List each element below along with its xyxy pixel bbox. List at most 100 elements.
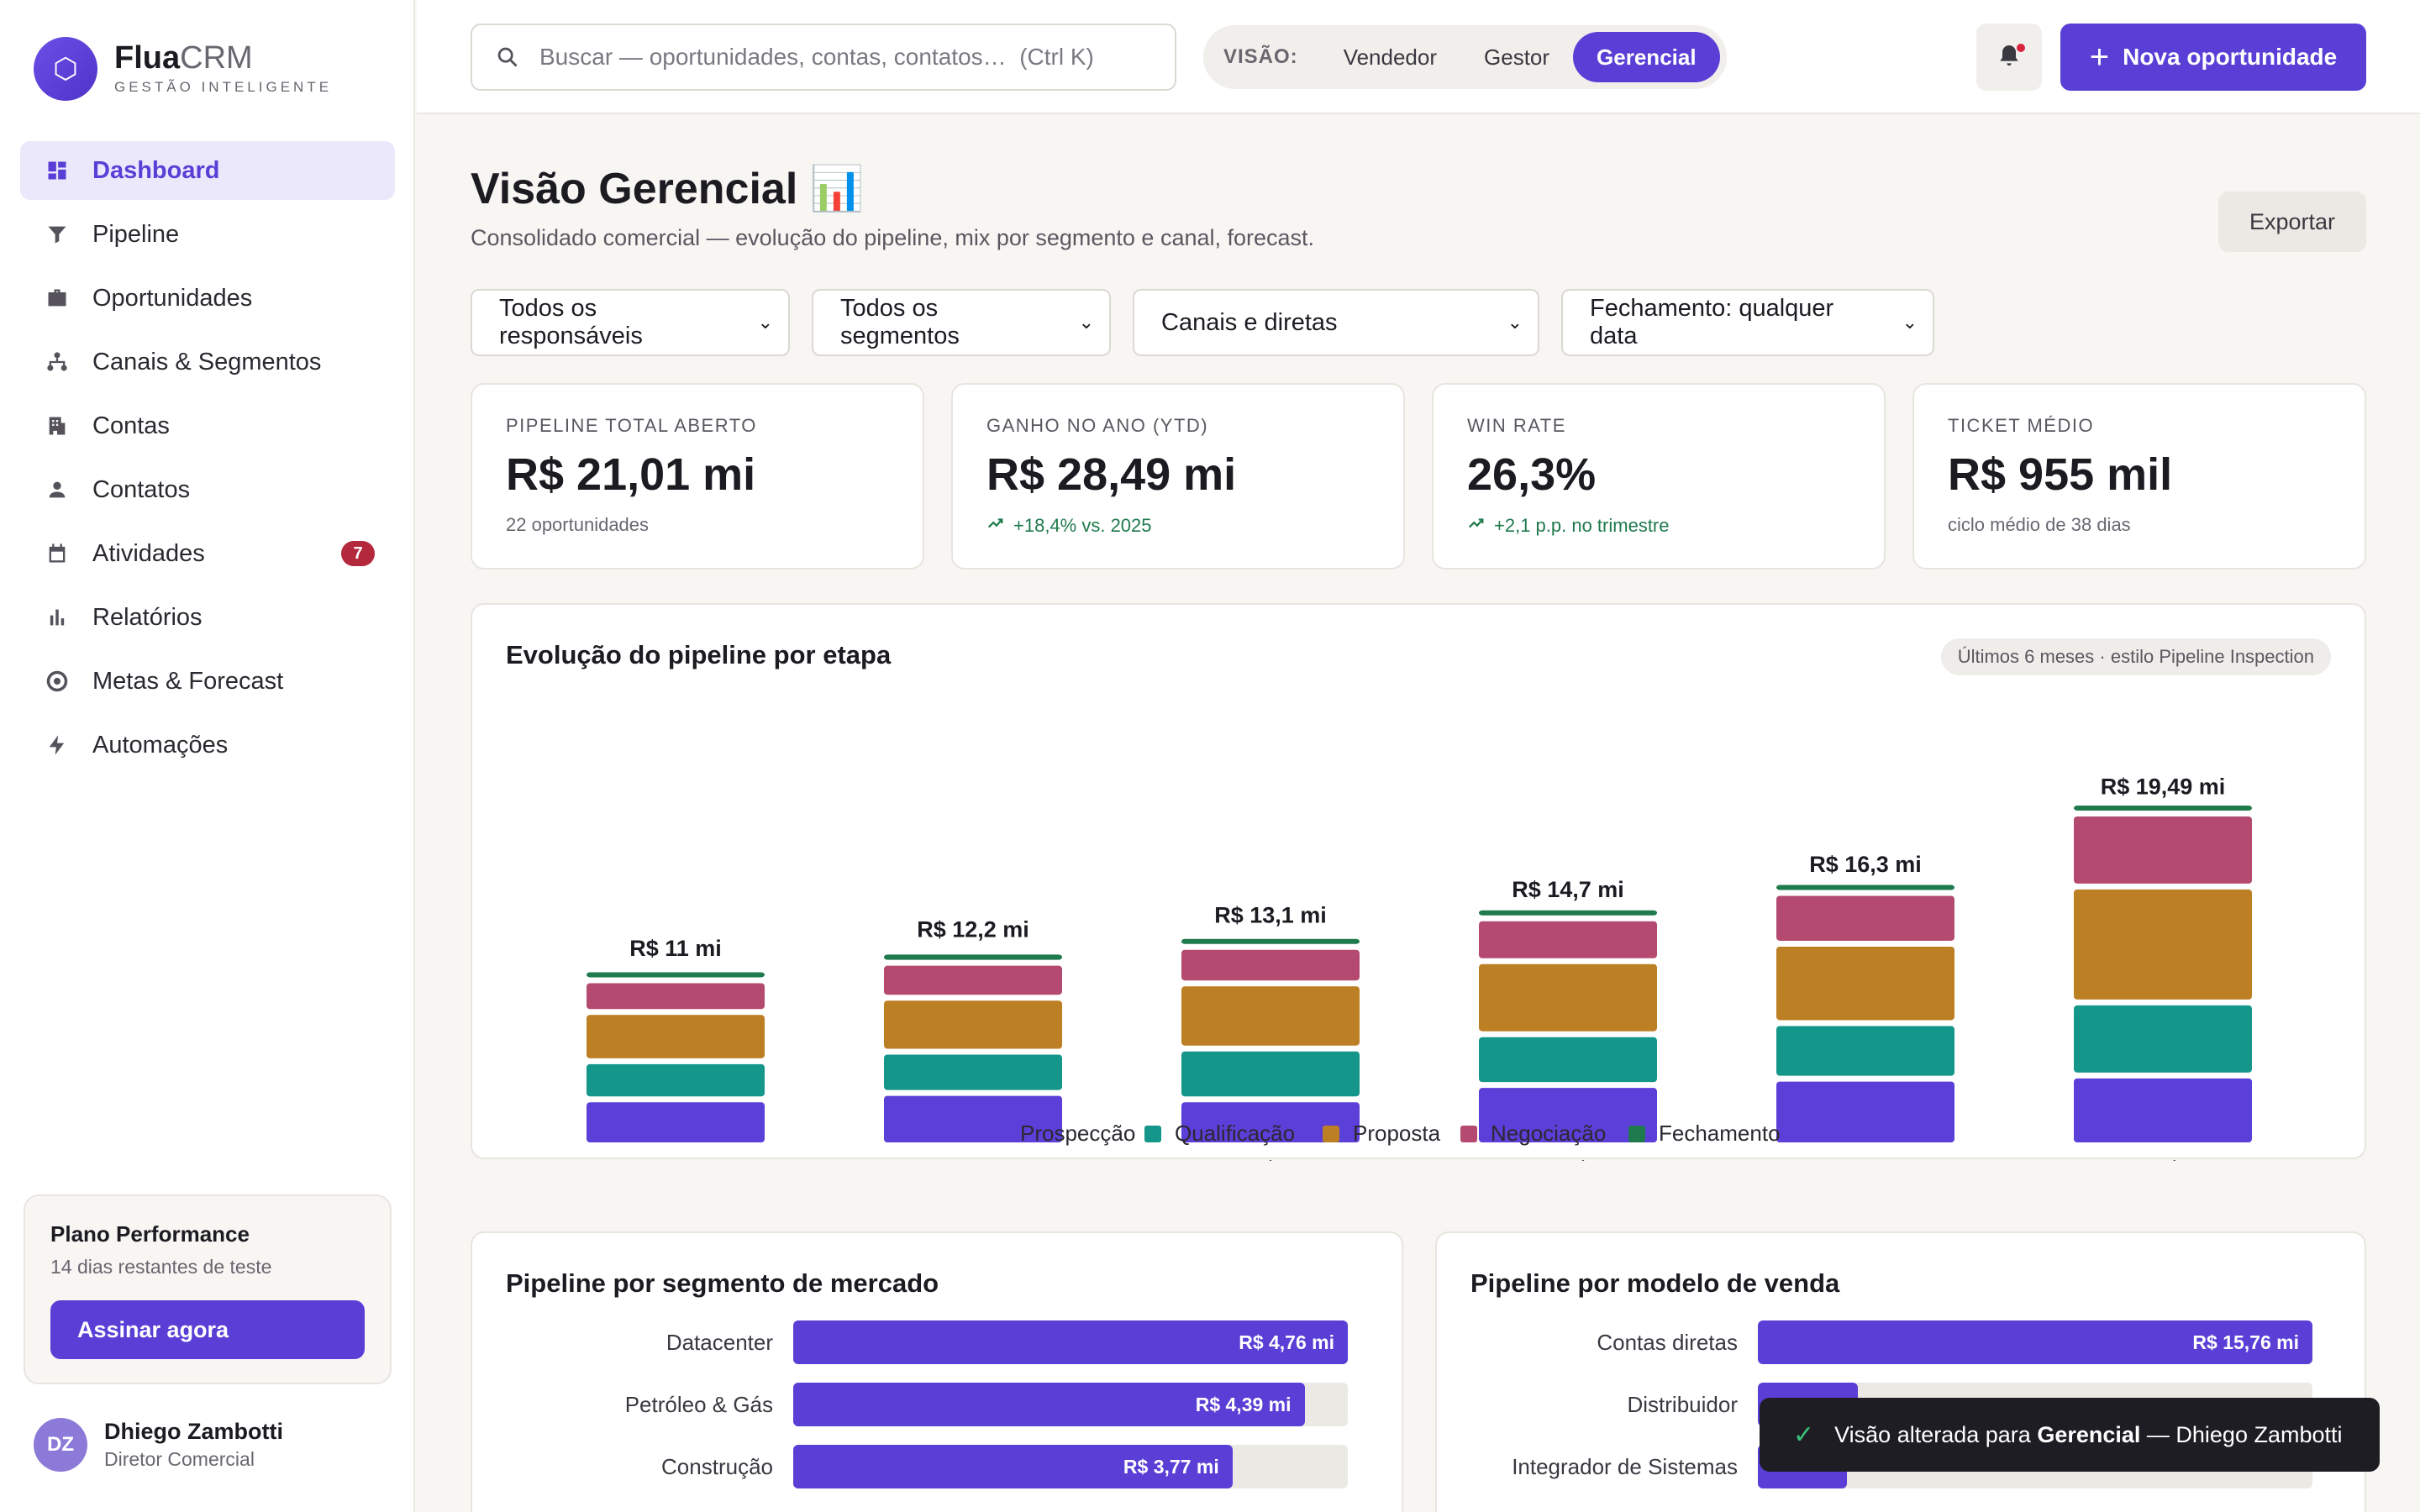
- filter-segmentos[interactable]: Todos os segmentos ⌄: [812, 289, 1111, 356]
- new-opportunity-button[interactable]: + Nova oportunidade: [2060, 24, 2366, 91]
- sidebar-item-label: Dashboard: [92, 156, 220, 184]
- bar-segment-fechamento: [884, 954, 1062, 960]
- hbar-track: R$ 15,76 mi: [1758, 1320, 2312, 1364]
- kpi-card-ganho-ytd: GANHO NO ANO (YTD) R$ 28,49 mi +18,4% vs…: [951, 383, 1405, 570]
- hbar-value: R$ 4,76 mi: [1239, 1331, 1334, 1353]
- kpi-note: 22 oportunidades: [506, 514, 650, 535]
- sidebar-item-label: Oportunidades: [92, 284, 253, 312]
- plus-icon: +: [2089, 39, 2110, 76]
- legend-swatch: [990, 1126, 1007, 1142]
- bar-total-label: R$ 14,7 mi: [1512, 877, 1624, 902]
- search-box[interactable]: [471, 24, 1176, 91]
- bar-segment-proposta: [587, 1015, 765, 1058]
- chevron-down-icon: ⌄: [1902, 312, 1918, 333]
- bar-total-label: R$ 11 mi: [629, 936, 722, 961]
- sidebar-item-pipeline[interactable]: Pipeline: [20, 205, 395, 264]
- sidebar-item-relatorios[interactable]: Relatórios: [20, 588, 395, 647]
- filter-value: Canais e diretas: [1161, 308, 1338, 336]
- x-tick-label: Fev: [657, 1156, 693, 1161]
- bar-total-label: R$ 16,3 mi: [1809, 852, 1922, 877]
- kpi-label: WIN RATE: [1467, 415, 1566, 436]
- hbar-track: R$ 3,77 mi: [793, 1445, 1348, 1488]
- sidebar-item-label: Pipeline: [92, 220, 180, 248]
- sidebar-item-contas[interactable]: Contas: [20, 396, 395, 455]
- sidebar-item-label: Contatos: [92, 475, 191, 503]
- segment-title: Pipeline por segmento de mercado: [506, 1268, 939, 1298]
- segment-card: Pipeline por segmento de mercado Datacen…: [471, 1231, 1403, 1512]
- hbar-label: Construção: [661, 1453, 773, 1479]
- sidebar-item-automacoes[interactable]: Automações: [20, 716, 395, 774]
- bar-total-label: R$ 12,2 mi: [917, 916, 1029, 942]
- kpi-note: ciclo médio de 38 dias: [1948, 514, 2131, 535]
- x-tick-label: Abr: [1254, 1156, 1288, 1161]
- search-input[interactable]: [539, 44, 1161, 71]
- chevron-down-icon: ⌄: [1507, 312, 1523, 333]
- bar-segment-qualificação: [587, 1063, 765, 1097]
- subscribe-button[interactable]: Assinar agora: [50, 1300, 365, 1359]
- legend-swatch: [1323, 1126, 1339, 1142]
- hbar-label: Contas diretas: [1597, 1329, 1738, 1355]
- filter-canais[interactable]: Canais e diretas ⌄: [1133, 289, 1539, 356]
- toast-message: Visão alterada para Gerencial — Dhiego Z…: [1834, 1422, 2342, 1448]
- notifications-button[interactable]: [1976, 24, 2042, 91]
- plan-subtitle: 14 dias restantes de teste: [50, 1256, 272, 1278]
- bar-segment-proposta: [1181, 986, 1360, 1046]
- view-option-gerencial[interactable]: Gerencial: [1573, 32, 1720, 82]
- bar-segment-fechamento: [1776, 885, 1954, 890]
- legend-swatch: [1460, 1126, 1477, 1142]
- filter-fechamento[interactable]: Fechamento: qualquer data ⌄: [1561, 289, 1934, 356]
- view-label: VISÃO:: [1223, 45, 1298, 68]
- bar-segment-prospecção: [2074, 1078, 2252, 1142]
- hbar-fill: R$ 15,76 mi: [1758, 1320, 2312, 1364]
- view-option-vendedor[interactable]: Vendedor: [1320, 32, 1460, 82]
- legend-label: Fechamento: [1659, 1121, 1781, 1146]
- x-tick-label: Jul: [2149, 1156, 2176, 1161]
- bar-segment-negociação: [1776, 895, 1954, 941]
- legend-label: Prospecção: [1020, 1121, 1135, 1146]
- sidebar-item-dashboard[interactable]: Dashboard: [20, 141, 395, 200]
- hbar-row: Petróleo & Gás R$ 4,39 mi: [506, 1383, 1348, 1426]
- check-icon: ✓: [1793, 1420, 1815, 1449]
- kpi-value: R$ 955 mil: [1948, 449, 2173, 500]
- filter-responsaveis[interactable]: Todos os responsáveis ⌄: [471, 289, 790, 356]
- kpi-note-text: +2,1 p.p. no trimestre: [1494, 515, 1670, 536]
- sidebar-item-oportunidades[interactable]: Oportunidades: [20, 269, 395, 328]
- view-option-gestor[interactable]: Gestor: [1460, 32, 1573, 82]
- notification-badge: 7: [341, 541, 375, 566]
- bar-segment-proposta: [1776, 946, 1954, 1021]
- bolt-icon: [44, 732, 71, 759]
- bar-segment-qualificação: [2074, 1005, 2252, 1073]
- sidebar-item-atividades[interactable]: Atividades 7: [20, 524, 395, 583]
- export-button[interactable]: Exportar: [2218, 192, 2366, 252]
- view-switcher: VISÃO: Vendedor Gestor Gerencial: [1203, 25, 1727, 89]
- bar-chart-icon: [44, 604, 71, 631]
- sidebar-item-label: Metas & Forecast: [92, 667, 284, 695]
- brand[interactable]: ⬡ FluaCRM GESTÃO INTELIGENTE: [34, 37, 332, 101]
- dashboard-icon: [44, 157, 71, 184]
- plan-title: Plano Performance: [50, 1221, 250, 1247]
- bar-segment-qualificação: [884, 1054, 1062, 1090]
- kpi-row: PIPELINE TOTAL ABERTO R$ 21,01 mi 22 opo…: [471, 383, 2366, 570]
- kpi-card-ticket-medio: TICKET MÉDIO R$ 955 mil ciclo médio de 3…: [1912, 383, 2366, 570]
- hbar-value: R$ 15,76 mi: [2192, 1331, 2299, 1353]
- chevron-down-icon: ⌄: [1078, 312, 1094, 333]
- hbar-label: Datacenter: [666, 1329, 773, 1355]
- x-tick-label: Mai: [1550, 1156, 1586, 1161]
- kpi-label: TICKET MÉDIO: [1948, 415, 2095, 436]
- hbar-label: Distribuidor: [1627, 1391, 1739, 1417]
- sidebar-item-canais-segmentos[interactable]: Canais & Segmentos: [20, 333, 395, 391]
- bar-segment-proposta: [2074, 889, 2252, 1000]
- sidebar-item-contatos[interactable]: Contatos: [20, 460, 395, 519]
- kpi-value: R$ 28,49 mi: [986, 449, 1237, 500]
- sidebar-item-metas-forecast[interactable]: Metas & Forecast: [20, 652, 395, 711]
- avatar: DZ: [34, 1418, 87, 1472]
- filter-value: Todos os responsáveis: [499, 295, 643, 349]
- bar-segment-fechamento: [587, 972, 765, 978]
- user-profile[interactable]: DZ Dhiego Zambotti Diretor Comercial: [34, 1418, 283, 1472]
- toast-bold: Gerencial: [2037, 1421, 2141, 1447]
- legend-swatch: [1144, 1126, 1161, 1142]
- kpi-card-pipeline-total: PIPELINE TOTAL ABERTO R$ 21,01 mi 22 opo…: [471, 383, 924, 570]
- filter-value: Fechamento: qualquer data: [1590, 295, 1834, 349]
- brand-tagline: GESTÃO INTELIGENTE: [114, 79, 333, 95]
- plan-card: Plano Performance 14 dias restantes de t…: [24, 1194, 392, 1384]
